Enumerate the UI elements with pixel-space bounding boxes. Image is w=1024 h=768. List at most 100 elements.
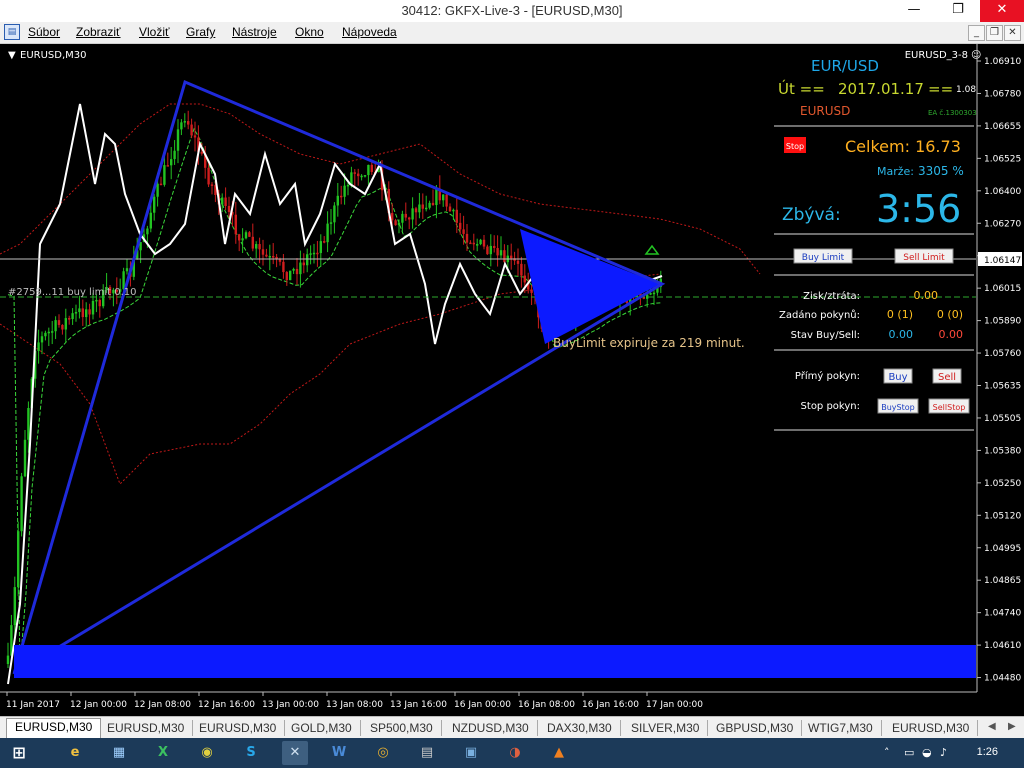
sellstop-button-label: SellStop [933,403,966,412]
candle-body [255,244,258,249]
media-app-icon[interactable]: ◉ [194,741,220,765]
candle-body [496,248,499,256]
candle-body [153,196,156,213]
tab-gold-m30[interactable]: GOLD,M30 [283,720,361,736]
candle-body [170,159,173,166]
candle-body [149,212,152,229]
candle-body [292,268,295,271]
candle-body [251,236,254,249]
time-tick-label: 16 Jan 16:00 [582,700,639,710]
menu-window[interactable]: Okno [295,25,324,39]
close-button[interactable]: ✕ [980,0,1024,22]
menu-insert[interactable]: Vložiť [139,25,170,39]
tab-gbpusd-m30[interactable]: GBPUSD,M30 [708,720,803,736]
rectangle-drawing[interactable] [14,645,976,678]
candle-body [282,261,285,273]
excel-app-icon[interactable]: X [150,741,176,765]
candle-body [47,331,50,334]
app-chart-icon[interactable]: ▤ [4,24,20,40]
candle-body [465,233,469,243]
chart-collapse-icon[interactable]: ▼ [8,50,16,61]
volume-icon[interactable]: ♪ [940,746,947,759]
stop-order-label: Stop pokyn: [801,401,860,412]
candle-body [319,241,322,254]
trading-app-icon[interactable]: ✕ [282,741,308,765]
candle-body [482,239,486,247]
candle-body [17,531,20,588]
candle-body [367,164,370,176]
tab-eurusd-m30[interactable]: EURUSD,M30 [191,720,286,736]
tab-nzdusd-m30[interactable]: NZDUSD,M30 [444,720,538,736]
candle-body [241,238,244,241]
tab-eurusd-m30[interactable]: EURUSD,M30 [884,720,979,736]
candle-body [27,408,30,440]
menu-help[interactable]: Nápoveda [342,25,397,39]
menu-file[interactable]: Súbor [28,25,60,39]
mdi-restore-button[interactable]: ❐ [986,25,1003,41]
sell-limit-button-label: Sell Limit [903,253,945,263]
tab-sp500-m30[interactable]: SP500,M30 [362,720,442,736]
mdi-minimize-button[interactable]: _ [968,25,985,41]
candle-body [394,220,397,226]
buy-button-label: Buy [888,372,907,383]
tab-wtig7-m30[interactable]: WTIG7,M30 [800,720,882,736]
vlc-app-icon[interactable]: ▲ [546,741,572,765]
candle-body [37,342,40,351]
small-value: 1.08 [956,85,976,95]
tab-next-icon[interactable]: ▶ [1008,721,1016,732]
candle-body [125,268,129,272]
mdi-close-button[interactable]: ✕ [1004,25,1021,41]
windows-start-icon[interactable]: ⊞ [6,741,32,765]
browser-app-icon[interactable]: e [62,741,88,765]
menu-tools[interactable]: Nástroje [232,25,277,39]
order-line-label: #2759...11 buy limit 0.10 [8,287,137,298]
candle-body [91,300,95,315]
menu-view[interactable]: Zobraziť [76,25,121,39]
tab-dax30-m30[interactable]: DAX30,M30 [539,720,621,736]
price-tick-label: 1.05760 [984,349,1021,359]
tab-prev-icon[interactable]: ◀ [988,721,996,732]
window-app-icon[interactable]: ▤ [414,741,440,765]
minimize-button[interactable]: — [892,0,936,22]
candle-body [238,234,241,241]
candle-body [159,183,163,186]
candle-body [489,245,492,255]
candle-body [469,242,472,245]
files-app-icon[interactable]: ▦ [106,741,132,765]
candle-body [404,213,407,218]
candle-body [414,208,418,213]
price-chart[interactable]: ▼ EURUSD,M30 EURUSD_3-8 ☺ #2759...11 buy… [0,44,1024,716]
battery-icon[interactable]: ▭ [904,746,914,759]
candle-body [156,183,159,197]
tab-eurusd-m30-active[interactable]: EURUSD,M30 [6,718,102,738]
candle-body [289,270,292,281]
candle-body [68,318,71,320]
candle-body [520,263,523,276]
state-buy: 0.00 [889,328,914,341]
price-chart-area[interactable]: ▼ EURUSD,M30 EURUSD_3-8 ☺ #2759...11 buy… [0,44,1024,716]
tab-silver-m30[interactable]: SILVER,M30 [623,720,709,736]
restore-button[interactable]: ❐ [936,0,980,22]
tray-expand-icon[interactable]: ˄ [884,746,890,759]
chrome-app-icon[interactable]: ◎ [370,741,396,765]
triangle-drawing[interactable] [12,79,666,676]
network-icon[interactable]: ◒ [922,746,932,759]
candle-body [462,229,465,234]
price-tick-label: 1.05505 [984,414,1021,424]
candle-body [329,222,333,224]
chart-tab-bar: EURUSD,M30 EURUSD,M30 EURUSD,M30 GOLD,M3… [0,716,1024,739]
menu-charts[interactable]: Grafy [186,25,215,39]
candle-body [523,275,526,283]
color-app-icon[interactable]: ◑ [502,741,528,765]
word-app-icon[interactable]: W [326,741,352,765]
terminal-app-icon[interactable]: ▣ [458,741,484,765]
skype-app-icon[interactable]: S [238,741,264,765]
candle-body [74,312,78,314]
tab-eurusd-m30[interactable]: EURUSD,M30 [99,720,194,736]
candle-body [397,222,401,226]
candle-body [275,256,278,259]
candle-body [244,232,248,239]
candle-body [401,213,404,223]
candle-body [408,217,411,220]
taskbar-clock[interactable]: 1:26 [977,746,998,758]
